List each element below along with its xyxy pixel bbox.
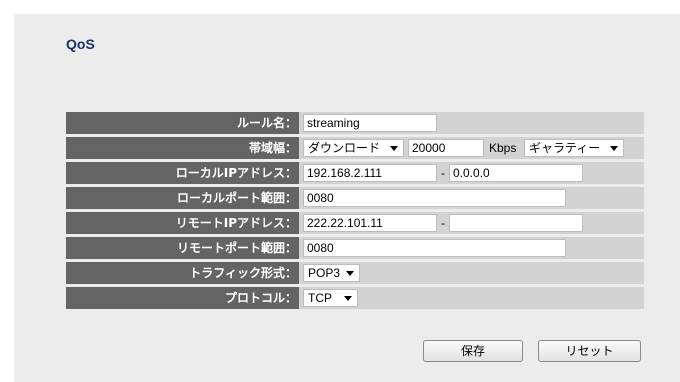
bandwidth-label: 帯域幅： (66, 137, 299, 159)
local-port-input[interactable]: 0080 (303, 189, 566, 207)
rule-name-input[interactable]: streaming (303, 114, 437, 132)
row-local-port: ローカルポート範囲： 0080 (66, 187, 644, 212)
protocol-select[interactable]: TCP (303, 289, 358, 307)
local-ip-end-input[interactable]: 0.0.0.0 (449, 164, 583, 182)
bandwidth-mode-select[interactable]: ギャラティー (524, 139, 624, 157)
traffic-type-value: POP3 (308, 266, 341, 280)
page-title: QoS (66, 36, 95, 52)
chevron-down-icon (390, 146, 398, 151)
remote-port-label: リモートポート範囲： (66, 237, 299, 259)
row-protocol: プロトコル： TCP (66, 287, 644, 312)
row-bandwidth: 帯域幅： ダウンロード 20000 Kbps ギャラティー (66, 137, 644, 162)
local-ip-separator: - (441, 166, 445, 180)
bandwidth-unit: Kbps (489, 141, 517, 155)
row-rule-name: ルール名： streaming (66, 112, 644, 137)
remote-ip-label: リモートIPアドレス： (66, 212, 299, 234)
traffic-type-label: トラフィック形式： (66, 262, 299, 284)
bandwidth-direction-value: ダウンロード (308, 141, 381, 155)
local-ip-start-input[interactable]: 192.168.2.111 (303, 164, 437, 182)
local-ip-label: ローカルIPアドレス： (66, 162, 299, 184)
remote-ip-separator: - (441, 216, 445, 230)
row-local-ip: ローカルIPアドレス： 192.168.2.111 - 0.0.0.0 (66, 162, 644, 187)
row-traffic-type: トラフィック形式： POP3 (66, 262, 644, 287)
row-remote-ip: リモートIPアドレス： 222.22.101.11 - (66, 212, 644, 237)
bandwidth-mode-value: ギャラティー (529, 141, 601, 155)
rule-name-label: ルール名： (66, 112, 299, 134)
remote-port-input[interactable]: 0080 (303, 239, 566, 257)
chevron-down-icon (344, 296, 352, 301)
traffic-type-select[interactable]: POP3 (303, 264, 360, 282)
bandwidth-direction-select[interactable]: ダウンロード (303, 139, 404, 157)
chevron-down-icon (346, 271, 354, 276)
remote-ip-start-input[interactable]: 222.22.101.11 (303, 214, 437, 232)
save-button[interactable]: 保存 (423, 340, 523, 362)
bandwidth-input[interactable]: 20000 (408, 139, 484, 157)
chevron-down-icon (610, 146, 618, 151)
row-remote-port: リモートポート範囲： 0080 (66, 237, 644, 262)
reset-button[interactable]: リセット (538, 340, 641, 362)
protocol-value: TCP (308, 291, 332, 305)
local-port-label: ローカルポート範囲： (66, 187, 299, 209)
protocol-label: プロトコル： (66, 287, 299, 309)
remote-ip-end-input[interactable] (449, 214, 583, 232)
